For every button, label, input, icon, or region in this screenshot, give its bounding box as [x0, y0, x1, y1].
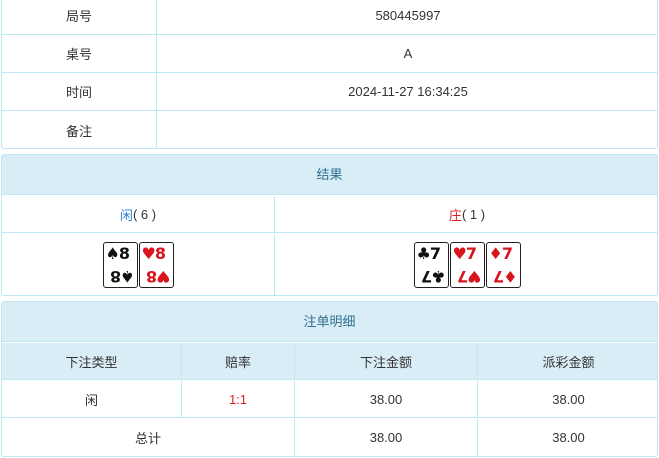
player-card-1: ♠8 ♠8 — [102, 242, 138, 288]
table-id-row: 桌号 A — [2, 35, 657, 73]
card-suit-icon: ♥ — [141, 244, 156, 263]
banker-score: ( 1 ) — [461, 206, 486, 222]
card-suit-icon: ♦ — [488, 244, 503, 263]
table-row: 闲 1:1 38.00 38.00 — [2, 381, 657, 418]
card-rank: 7 — [465, 244, 477, 263]
remark-label: 备注 — [2, 111, 157, 148]
banker-cards: ♣7 ♣7 ♥7 ♥7 ♦7 ♦7 — [413, 242, 521, 288]
card-suit-icon: ♥ — [452, 244, 467, 263]
table-id-label: 桌号 — [2, 35, 157, 72]
card-rank: 8 — [111, 267, 122, 286]
card-suit-icon: ♥ — [468, 267, 482, 286]
bet-type-cell: 闲 — [2, 381, 182, 417]
bet-header-row: 下注类型 赔率 下注金额 派彩金额 — [2, 343, 657, 380]
banker-cards-cell: ♣7 ♣7 ♥7 ♥7 ♦7 ♦7 — [275, 234, 657, 295]
card-suit-icon: ♦ — [504, 267, 518, 286]
odds-cell: 1:1 — [182, 381, 295, 417]
banker-name: 庄 — [448, 207, 462, 223]
round-info-table: 局号 580445997 桌号 A 时间 2024-11-27 16:34:25… — [1, 0, 658, 149]
player-score: ( 6 ) — [132, 206, 157, 222]
remark-value — [157, 111, 657, 148]
card-rank: 7 — [494, 267, 505, 286]
card-rank: 7 — [458, 267, 469, 286]
result-panel: 结果 闲 ( 6 ) 庄 ( 1 ) ♠8 ♠8 ♥8 ♥8 ♣7 ♣7 ♥7 … — [1, 154, 658, 296]
result-labels-row: 闲 ( 6 ) 庄 ( 1 ) — [2, 196, 657, 233]
payout-cell: 38.00 — [552, 391, 585, 407]
player-result: 闲 ( 6 ) — [2, 196, 275, 232]
payout-header: 派彩金额 — [542, 354, 595, 370]
bet-amount-cell: 38.00 — [295, 381, 478, 417]
bet-type-header: 下注类型 — [2, 343, 182, 379]
card-suit-icon: ♣ — [432, 267, 446, 286]
bet-amount-header: 下注金额 — [295, 343, 478, 379]
card-suit-icon: ♥ — [157, 267, 171, 286]
result-cards-row: ♠8 ♠8 ♥8 ♥8 ♣7 ♣7 ♥7 ♥7 ♦7 ♦7 — [2, 234, 657, 295]
player-cards: ♠8 ♠8 ♥8 ♥8 — [102, 242, 174, 288]
result-title: 结果 — [2, 155, 657, 195]
time-value: 2024-11-27 16:34:25 — [348, 84, 468, 99]
card-rank: 8 — [154, 244, 166, 263]
banker-card-2: ♥7 ♥7 — [449, 242, 485, 288]
round-id-label: 局号 — [2, 0, 157, 34]
card-rank: 7 — [501, 244, 513, 263]
card-suit-icon: ♣ — [416, 244, 431, 263]
banker-result: 庄 ( 1 ) — [275, 196, 657, 232]
banker-card-1: ♣7 ♣7 — [413, 242, 449, 288]
player-card-2: ♥8 ♥8 — [138, 242, 174, 288]
card-rank: 8 — [118, 244, 130, 263]
player-name: 闲 — [119, 207, 133, 223]
time-row: 时间 2024-11-27 16:34:25 — [2, 73, 657, 111]
card-rank: 7 — [429, 244, 441, 263]
table-id-value: A — [403, 46, 413, 61]
odds-header: 赔率 — [182, 343, 295, 379]
total-label: 总计 — [2, 419, 295, 456]
remark-row: 备注 — [2, 111, 657, 148]
total-payout: 38.00 — [552, 430, 585, 445]
round-id-value: 580445997 — [375, 8, 441, 23]
bet-detail-title: 注单明细 — [2, 302, 657, 342]
round-id-row: 局号 580445997 — [2, 0, 657, 35]
card-suit-icon: ♠ — [105, 244, 120, 263]
bet-detail-panel: 注单明细 下注类型 赔率 下注金额 派彩金额 闲 1:1 38.00 38.00… — [1, 301, 658, 457]
time-label: 时间 — [2, 73, 157, 110]
player-cards-cell: ♠8 ♠8 ♥8 ♥8 — [2, 234, 275, 295]
total-amount: 38.00 — [295, 419, 478, 456]
banker-card-3: ♦7 ♦7 — [485, 242, 521, 288]
card-rank: 8 — [147, 267, 158, 286]
card-rank: 7 — [422, 267, 433, 286]
card-suit-icon: ♠ — [121, 267, 135, 286]
total-row: 总计 38.00 38.00 — [2, 419, 657, 456]
